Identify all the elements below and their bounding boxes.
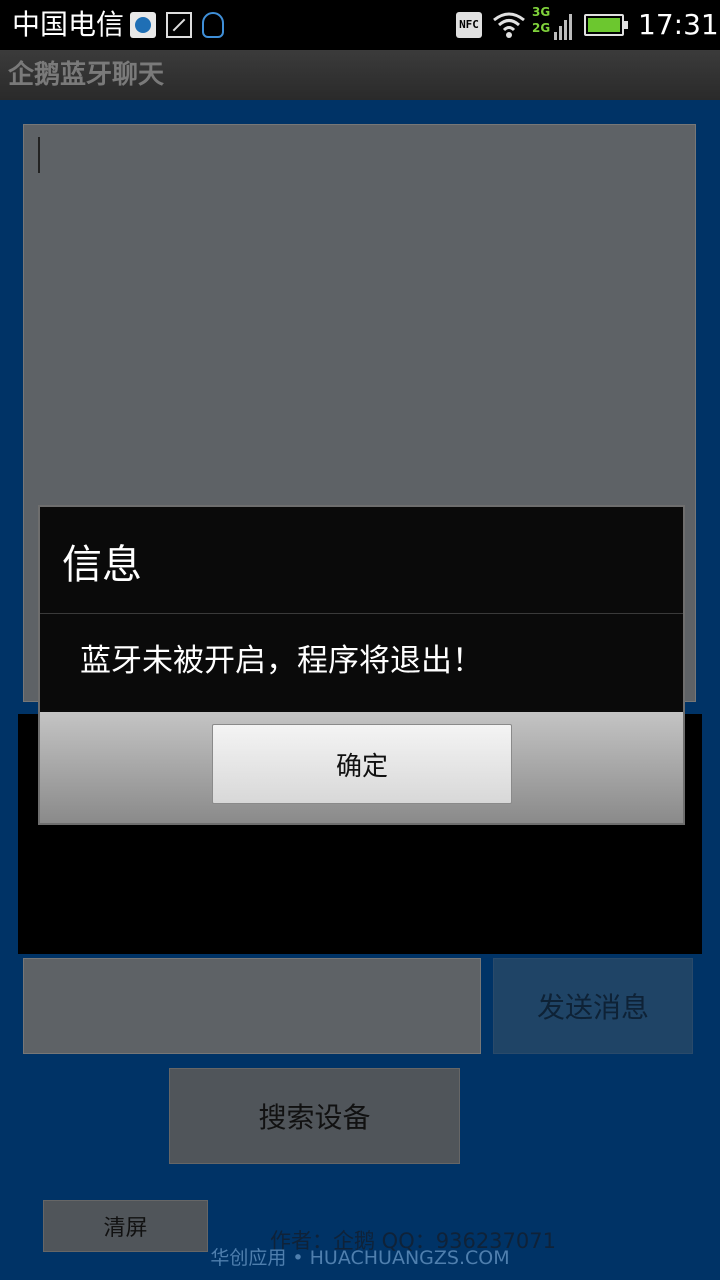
search-devices-button[interactable]: 搜索设备	[169, 1068, 460, 1164]
dialog-header: 信息	[40, 507, 683, 614]
nfc-icon: NFC	[456, 12, 482, 38]
network-type-3g: 3G	[532, 5, 551, 19]
signal-icon: 3G 2G	[532, 4, 576, 44]
app-title-bar: 企鹅蓝牙聊天	[0, 50, 720, 100]
clock: 17:31	[638, 8, 719, 41]
app-icon	[130, 12, 156, 38]
ok-button[interactable]: 确定	[212, 724, 512, 804]
watermark: 华创应用 • HUACHUANGZS.COM	[210, 1247, 510, 1269]
app-title: 企鹅蓝牙聊天	[8, 60, 165, 90]
message-input[interactable]	[23, 958, 481, 1054]
image-icon	[166, 12, 192, 38]
dialog-message: 蓝牙未被开启，程序将退出！	[80, 643, 483, 679]
carrier-name: 中国电信	[12, 8, 125, 41]
dialog-footer: 确定	[40, 712, 683, 823]
network-type-2g: 2G	[532, 21, 551, 35]
dialog-title: 信息	[62, 542, 142, 588]
wifi-icon	[492, 10, 526, 40]
qq-penguin-icon	[202, 12, 224, 38]
dialog-body: 蓝牙未被开启，程序将退出！	[40, 614, 683, 712]
info-dialog: 信息 蓝牙未被开启，程序将退出！ 确定	[38, 505, 685, 825]
battery-icon	[584, 14, 628, 36]
send-message-button[interactable]: 发送消息	[493, 958, 693, 1054]
text-cursor	[38, 137, 40, 173]
status-bar: 中国电信 NFC 3G 2G 17:31	[0, 0, 720, 50]
